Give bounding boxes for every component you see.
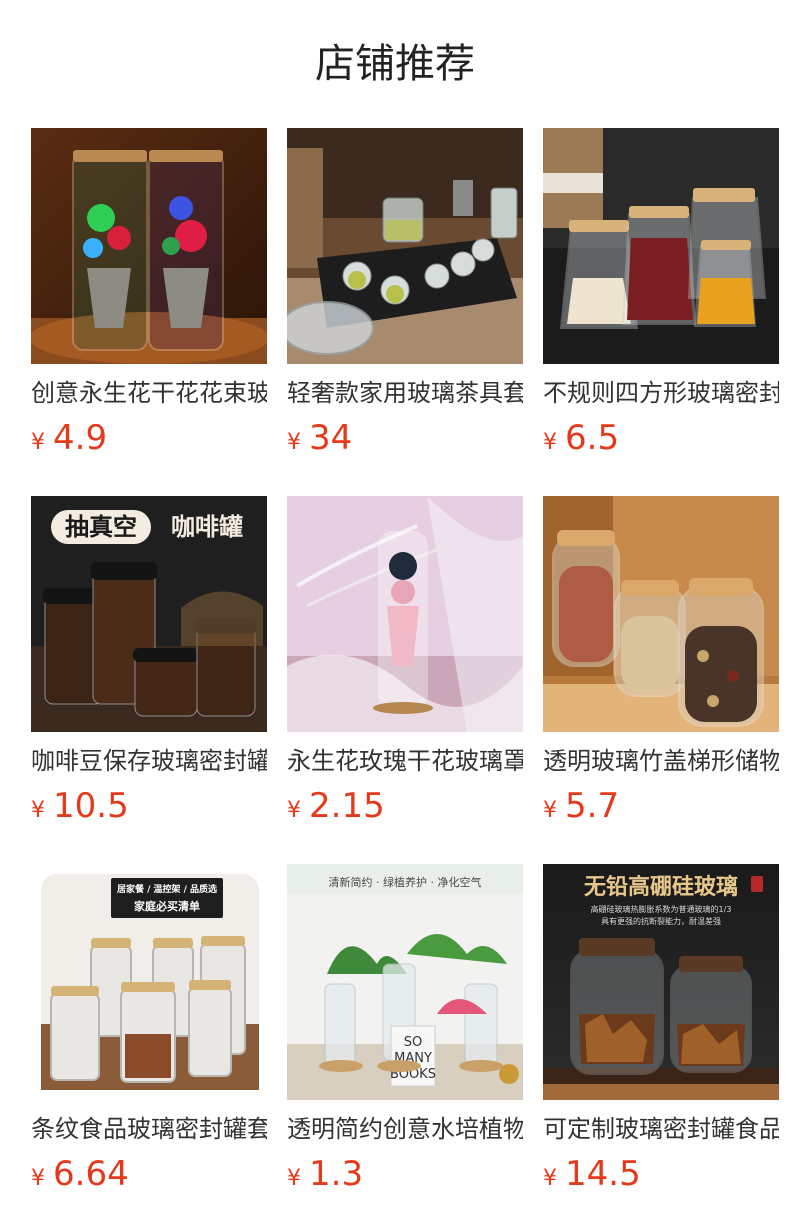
product-image[interactable]: [31, 128, 267, 364]
headline-text: 无铅高硼硅玻璃: [584, 874, 738, 900]
product-card[interactable]: 抽真空 咖啡罐 咖啡豆保存玻璃密封罐 ¥10.5: [31, 496, 267, 836]
price-value: 4.9: [53, 418, 108, 458]
currency-symbol: ¥: [31, 1166, 45, 1191]
product-name[interactable]: 咖啡豆保存玻璃密封罐: [31, 740, 267, 782]
product-price: ¥1.3: [287, 1154, 523, 1200]
price-value: 1.3: [309, 1154, 364, 1194]
product-price: ¥4.9: [31, 418, 267, 464]
product-name[interactable]: 轻奢款家用玻璃茶具套装: [287, 372, 523, 414]
product-card[interactable]: 轻奢款家用玻璃茶具套装 ¥34: [287, 128, 523, 468]
product-name[interactable]: 条纹食品玻璃密封罐套装: [31, 1108, 267, 1150]
product-image[interactable]: 清新简约 · 绿植养护 · 净化空气 SO MANY BOOKS: [287, 864, 523, 1100]
product-card[interactable]: 无铅高硼硅玻璃 高硼硅玻璃热膨胀系数为普通玻璃的1/3 具有更强的抗断裂能力，耐…: [543, 864, 779, 1204]
product-image[interactable]: 居家餐 / 温控架 / 品质选 家庭必买清单: [31, 864, 267, 1100]
book-text-1: SO: [404, 1035, 422, 1050]
tag-line-2: 家庭必买清单: [134, 899, 200, 913]
product-card[interactable]: 清新简约 · 绿植养护 · 净化空气 SO MANY BOOKS 透明简约创意水…: [287, 864, 523, 1204]
product-price: ¥5.7: [543, 786, 779, 832]
product-price: ¥2.15: [287, 786, 523, 832]
currency-symbol: ¥: [287, 1166, 301, 1191]
currency-symbol: ¥: [31, 430, 45, 455]
product-image[interactable]: [287, 496, 523, 732]
price-value: 5.7: [565, 786, 620, 826]
product-price: ¥10.5: [31, 786, 267, 832]
product-card[interactable]: 不规则四方形玻璃密封罐 ¥6.5: [543, 128, 779, 468]
product-image[interactable]: 无铅高硼硅玻璃 高硼硅玻璃热膨胀系数为普通玻璃的1/3 具有更强的抗断裂能力，耐…: [543, 864, 779, 1100]
product-price: ¥6.5: [543, 418, 779, 464]
price-value: 34: [309, 418, 353, 458]
product-name[interactable]: 创意永生花干花花束玻璃罩: [31, 372, 267, 414]
currency-symbol: ¥: [287, 430, 301, 455]
product-card[interactable]: 透明玻璃竹盖梯形储物罐 ¥5.7: [543, 496, 779, 836]
product-name[interactable]: 透明玻璃竹盖梯形储物罐: [543, 740, 779, 782]
product-name[interactable]: 透明简约创意水培植物瓶: [287, 1108, 523, 1150]
currency-symbol: ¥: [543, 1166, 557, 1191]
currency-symbol: ¥: [543, 798, 557, 823]
product-image[interactable]: [543, 128, 779, 364]
section-title: 店铺推荐: [315, 41, 475, 87]
subline-1: 高硼硅玻璃热膨胀系数为普通玻璃的1/3: [591, 904, 732, 914]
product-price: ¥34: [287, 418, 523, 464]
currency-symbol: ¥: [543, 430, 557, 455]
product-card[interactable]: 居家餐 / 温控架 / 品质选 家庭必买清单 条纹食品玻璃密封罐套装 ¥6.64: [31, 864, 267, 1204]
price-value: 2.15: [309, 786, 385, 826]
banner-left-text: 抽真空: [65, 513, 137, 541]
product-price: ¥14.5: [543, 1154, 779, 1200]
product-image[interactable]: [543, 496, 779, 732]
banner-right-text: 咖啡罐: [171, 513, 243, 541]
currency-symbol: ¥: [31, 798, 45, 823]
price-value: 14.5: [565, 1154, 641, 1194]
subline-2: 具有更强的抗断裂能力，耐温差强: [601, 916, 721, 926]
product-price: ¥6.64: [31, 1154, 267, 1200]
product-card[interactable]: 创意永生花干花花束玻璃罩 ¥4.9: [31, 128, 267, 468]
top-text: 清新简约 · 绿植养护 · 净化空气: [329, 875, 482, 889]
product-name[interactable]: 不规则四方形玻璃密封罐: [543, 372, 779, 414]
product-image[interactable]: [287, 128, 523, 364]
tag-line-1: 居家餐 / 温控架 / 品质选: [117, 883, 217, 895]
product-image[interactable]: 抽真空 咖啡罐: [31, 496, 267, 732]
product-name[interactable]: 永生花玫瑰干花玻璃罩: [287, 740, 523, 782]
price-value: 10.5: [53, 786, 129, 826]
product-name[interactable]: 可定制玻璃密封罐食品罐: [543, 1108, 779, 1150]
product-card[interactable]: 永生花玫瑰干花玻璃罩 ¥2.15: [287, 496, 523, 836]
price-value: 6.64: [53, 1154, 129, 1194]
currency-symbol: ¥: [287, 798, 301, 823]
price-value: 6.5: [565, 418, 620, 458]
